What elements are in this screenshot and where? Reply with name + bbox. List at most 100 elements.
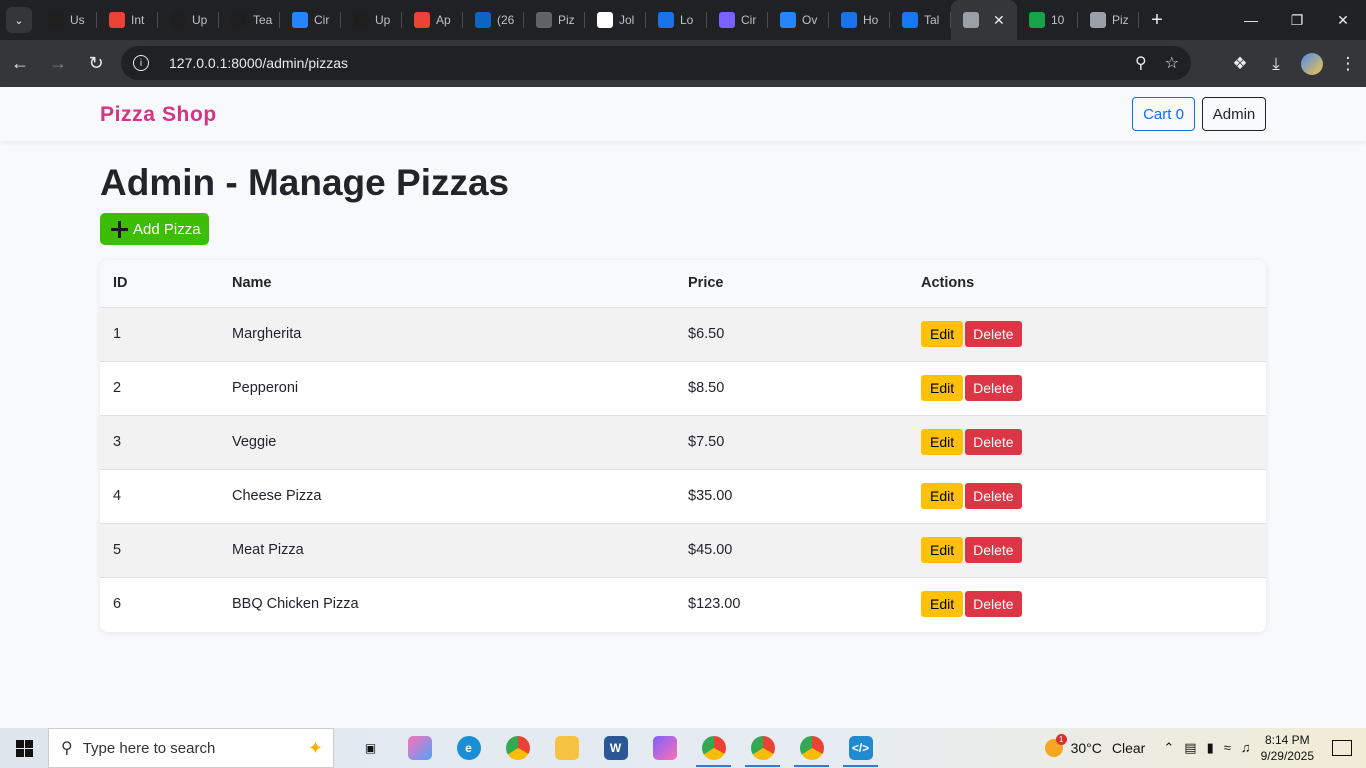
- edit-button[interactable]: Edit: [921, 537, 964, 563]
- tab-label: Tea: [253, 13, 273, 27]
- delete-button[interactable]: Delete: [965, 591, 1022, 618]
- cell-price: $6.50: [675, 307, 908, 362]
- download-icon[interactable]: ⤓: [1258, 54, 1294, 74]
- tab-list: Us Int Up Tea Cir Up Ap (26 Piz Jol Lo Cir Ov Ho Tal ✕ 1…: [36, 0, 1139, 40]
- ms365-icon[interactable]: [640, 728, 689, 768]
- pizzas-table-card: ID Name Price Actions 1 Margherita $6.50 Ed…: [100, 260, 1266, 632]
- profile-avatar[interactable]: [1294, 52, 1330, 75]
- edit-button[interactable]: Edit: [921, 591, 964, 618]
- task-view-icon[interactable]: ▣: [346, 728, 395, 768]
- word-icon[interactable]: W: [591, 728, 640, 768]
- vscode-icon[interactable]: </>: [836, 728, 885, 768]
- cell-id: 2: [100, 361, 219, 416]
- browser-tab[interactable]: Ap: [402, 0, 463, 40]
- table-body: 1 Margherita $6.50 Edit Delete 2 Pepperoni $8.5…: [100, 307, 1266, 631]
- restore-icon[interactable]: ❐: [1274, 0, 1320, 40]
- tab-search-chevron-icon[interactable]: ⌄: [6, 7, 32, 33]
- header-id: ID: [100, 260, 219, 308]
- browser-tab[interactable]: Int: [97, 0, 158, 40]
- browser-tab[interactable]: Cir: [707, 0, 768, 40]
- chevron-up-icon[interactable]: ⌃: [1163, 740, 1174, 756]
- url-text[interactable]: 127.0.0.1:8000/admin/pizzas: [169, 55, 348, 71]
- cart-button[interactable]: Cart 0: [1132, 97, 1195, 131]
- delete-button[interactable]: Delete: [965, 537, 1022, 563]
- edit-button[interactable]: Edit: [921, 483, 964, 509]
- upwork-icon: [48, 12, 64, 28]
- start-button[interactable]: [0, 728, 48, 768]
- extensions-puzzle-icon[interactable]: ❖: [1222, 54, 1258, 74]
- system-tray: 1 30°C Clear ⌃ ▤ ▮ ≈ ♫ 8:14 PM 9/29/2025: [1044, 728, 1366, 768]
- admin-button[interactable]: Admin: [1202, 97, 1266, 131]
- new-tab-plus-icon[interactable]: +: [1139, 9, 1175, 32]
- browser-tab[interactable]: Tal: [890, 0, 951, 40]
- delete-button[interactable]: Delete: [965, 321, 1022, 347]
- facebook-icon: [902, 12, 918, 28]
- table-row: 4 Cheese Pizza $35.00 Edit Delete: [100, 469, 1266, 524]
- file-explorer-icon[interactable]: [542, 728, 591, 768]
- chatgpt-icon: [536, 12, 552, 28]
- tab-close-icon[interactable]: ✕: [993, 12, 1005, 29]
- add-pizza-button[interactable]: Add Pizza: [100, 213, 209, 245]
- taskbar-search-input[interactable]: ⚲ Type here to search ✦: [48, 728, 334, 768]
- browser-tab-strip: ⌄ Us Int Up Tea Cir Up Ap (26 Piz Jol Lo Cir Ov Ho Tal…: [0, 0, 1366, 40]
- copilot-sparkle-icon: ✦: [307, 737, 323, 758]
- site-info-icon[interactable]: i: [133, 55, 149, 71]
- gmail-icon: [109, 12, 125, 28]
- edge-icon[interactable]: e: [444, 728, 493, 768]
- browser-tab[interactable]: Up: [341, 0, 402, 40]
- edit-button[interactable]: Edit: [921, 321, 964, 347]
- bookmark-star-icon[interactable]: ☆: [1165, 53, 1179, 73]
- browser-tab[interactable]: Piz: [1078, 0, 1139, 40]
- browser-tab[interactable]: Ov: [768, 0, 829, 40]
- cell-name: BBQ Chicken Pizza: [219, 577, 675, 631]
- copilot-icon[interactable]: [395, 728, 444, 768]
- cell-actions: Edit Delete: [908, 307, 1266, 362]
- circle-dots-icon: [719, 12, 735, 28]
- zoom-icon[interactable]: ⚲: [1135, 53, 1147, 73]
- more-menu-icon[interactable]: ⋮: [1330, 54, 1366, 74]
- browser-tab[interactable]: Ho: [829, 0, 890, 40]
- close-window-icon[interactable]: ✕: [1320, 0, 1366, 40]
- browser-tab[interactable]: 10: [1017, 0, 1078, 40]
- browser-toolbar: ← → ↻ i 127.0.0.1:8000/admin/pizzas ⚲ ☆ …: [0, 40, 1366, 87]
- reload-icon[interactable]: ↻: [78, 46, 114, 82]
- browser-tab[interactable]: Cir: [280, 0, 341, 40]
- forward-arrow-icon[interactable]: →: [40, 46, 76, 82]
- weather-widget[interactable]: 1 30°C Clear: [1044, 734, 1145, 757]
- edit-button[interactable]: Edit: [921, 429, 964, 455]
- meet-icon[interactable]: ▤: [1184, 740, 1196, 756]
- delete-button[interactable]: Delete: [965, 375, 1022, 401]
- delete-button[interactable]: Delete: [965, 429, 1022, 455]
- browser-tab[interactable]: ✕: [951, 0, 1017, 40]
- browser-tab[interactable]: Jol: [585, 0, 646, 40]
- chrome-profile-1-icon[interactable]: [689, 728, 738, 768]
- wifi-icon[interactable]: ≈: [1224, 740, 1231, 756]
- browser-tab[interactable]: Lo: [646, 0, 707, 40]
- battery-icon[interactable]: ▮: [1207, 740, 1214, 756]
- notification-icon[interactable]: [1332, 740, 1352, 756]
- delete-button[interactable]: Delete: [965, 483, 1022, 509]
- browser-tab[interactable]: Piz: [524, 0, 585, 40]
- browser-tab[interactable]: Tea: [219, 0, 280, 40]
- brand-logo-link[interactable]: Pizza Shop: [100, 103, 217, 127]
- bitbucket-icon: [780, 12, 796, 28]
- chrome-profile-3-icon[interactable]: [787, 728, 836, 768]
- browser-tab[interactable]: Up: [158, 0, 219, 40]
- chrome-icon[interactable]: [493, 728, 542, 768]
- edit-button[interactable]: Edit: [921, 375, 964, 401]
- minimize-icon[interactable]: —: [1228, 0, 1274, 40]
- clock[interactable]: 8:14 PM 9/29/2025: [1261, 732, 1314, 764]
- header-price: Price: [675, 260, 908, 308]
- browser-tab[interactable]: (26: [463, 0, 524, 40]
- browser-tab[interactable]: Us: [36, 0, 97, 40]
- cell-actions: Edit Delete: [908, 415, 1266, 470]
- cell-id: 1: [100, 307, 219, 362]
- weather-moon-icon: 1: [1044, 734, 1067, 757]
- back-arrow-icon[interactable]: ←: [2, 46, 38, 82]
- address-bar[interactable]: i 127.0.0.1:8000/admin/pizzas ⚲ ☆: [121, 46, 1191, 80]
- table-row: 6 BBQ Chicken Pizza $123.00 Edit Delete: [100, 577, 1266, 631]
- chrome-profile-2-icon[interactable]: [738, 728, 787, 768]
- info-icon: [597, 12, 613, 28]
- volume-icon[interactable]: ♫: [1241, 740, 1251, 756]
- tab-label: (26: [497, 13, 515, 27]
